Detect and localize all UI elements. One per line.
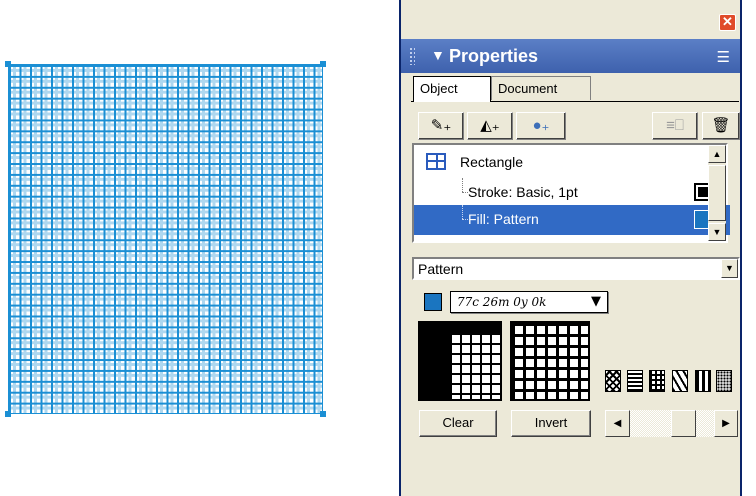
effect-add-icon: ●₊ <box>532 117 550 134</box>
panel-title-bar[interactable]: ▼ Properties ☰ <box>401 39 740 73</box>
pattern-swatch[interactable] <box>672 370 688 392</box>
add-fill-button[interactable]: ◭₊ <box>467 112 513 140</box>
clear-button-label: Clear <box>442 415 474 430</box>
close-button[interactable]: ✕ <box>719 14 736 31</box>
pattern-editor-grid[interactable] <box>418 321 502 401</box>
chevron-down-icon[interactable]: ▼ <box>721 259 738 278</box>
selection-handle-top-left[interactable] <box>5 61 11 67</box>
canvas-rectangle[interactable] <box>8 64 323 414</box>
pattern-name-select[interactable]: 77c 26m 0y 0k ▼ <box>450 291 608 313</box>
tab-document[interactable]: Document <box>491 76 591 100</box>
rectangle-icon <box>426 153 446 170</box>
tab-document-label: Document <box>498 81 558 96</box>
scroll-up-button[interactable]: ▲ <box>708 145 726 163</box>
pattern-swatch[interactable] <box>649 370 665 392</box>
duplicate-icon: ≡⎕ <box>666 117 684 134</box>
pattern-color-swatch[interactable] <box>424 293 442 311</box>
pencil-add-icon: ✎₊ <box>430 117 452 134</box>
add-effect-button[interactable]: ●₊ <box>516 112 566 140</box>
panel-title: Properties <box>449 46 539 66</box>
tree-connector <box>462 178 463 192</box>
invert-button-label: Invert <box>534 415 568 430</box>
scroll-down-button[interactable]: ▼ <box>708 223 726 241</box>
object-type-label: Rectangle <box>460 154 524 170</box>
pattern-swatch[interactable] <box>695 370 711 392</box>
selection-handle-bottom-right[interactable] <box>320 411 326 417</box>
attribute-list: Rectangle Stroke: Basic, 1pt Fill: Patte… <box>412 143 730 243</box>
list-item-stroke[interactable]: Stroke: Basic, 1pt <box>414 178 730 206</box>
clear-button[interactable]: Clear <box>419 410 497 437</box>
scroll-left-button[interactable]: ◀ <box>605 410 630 437</box>
list-item-fill[interactable]: Fill: Pattern <box>414 205 730 235</box>
pattern-swatch[interactable] <box>716 370 732 392</box>
pattern-scrollbar[interactable]: ◀ ▶ <box>605 410 738 437</box>
pattern-swatch[interactable] <box>605 370 621 392</box>
fill-type-select[interactable]: Pattern ▼ <box>412 257 740 280</box>
close-icon: ✕ <box>722 14 733 29</box>
add-stroke-button[interactable]: ✎₊ <box>418 112 464 140</box>
drag-grip-icon[interactable] <box>409 47 415 65</box>
pattern-filled-cells <box>420 323 450 399</box>
fill-type-value: Pattern <box>418 261 464 277</box>
panel-options-icon[interactable]: ☰ <box>717 48 730 66</box>
list-scrollbar[interactable]: ▲ ▼ <box>708 145 726 241</box>
delete-attribute-button[interactable]: 🗑 <box>702 112 740 140</box>
invert-button[interactable]: Invert <box>511 410 591 437</box>
selection-handle-bottom-left[interactable] <box>5 411 11 417</box>
chevron-down-icon: ▼ <box>591 294 601 309</box>
trash-icon: 🗑 <box>711 117 731 134</box>
panel-window-bar: ✕ <box>401 0 740 34</box>
tab-object[interactable]: Object <box>413 76 491 102</box>
tab-object-label: Object <box>420 81 458 96</box>
stroke-label: Stroke: Basic, 1pt <box>468 184 578 200</box>
scroll-thumb[interactable] <box>708 165 726 221</box>
scroll-thumb[interactable] <box>671 410 696 437</box>
list-item-rectangle[interactable]: Rectangle <box>414 148 730 176</box>
fill-label: Fill: Pattern <box>468 211 539 227</box>
collapse-arrow-icon[interactable]: ▼ <box>431 47 445 63</box>
tree-connector <box>462 205 463 219</box>
selection-handle-top-right[interactable] <box>320 61 326 67</box>
pattern-swatch[interactable] <box>627 370 643 392</box>
duplicate-attribute-button[interactable]: ≡⎕ <box>652 112 698 140</box>
pattern-name-value: 77c 26m 0y 0k <box>457 295 547 309</box>
pattern-preview <box>510 321 590 401</box>
scroll-right-button[interactable]: ▶ <box>714 410 738 437</box>
paint-bucket-add-icon: ◭₊ <box>480 117 500 134</box>
